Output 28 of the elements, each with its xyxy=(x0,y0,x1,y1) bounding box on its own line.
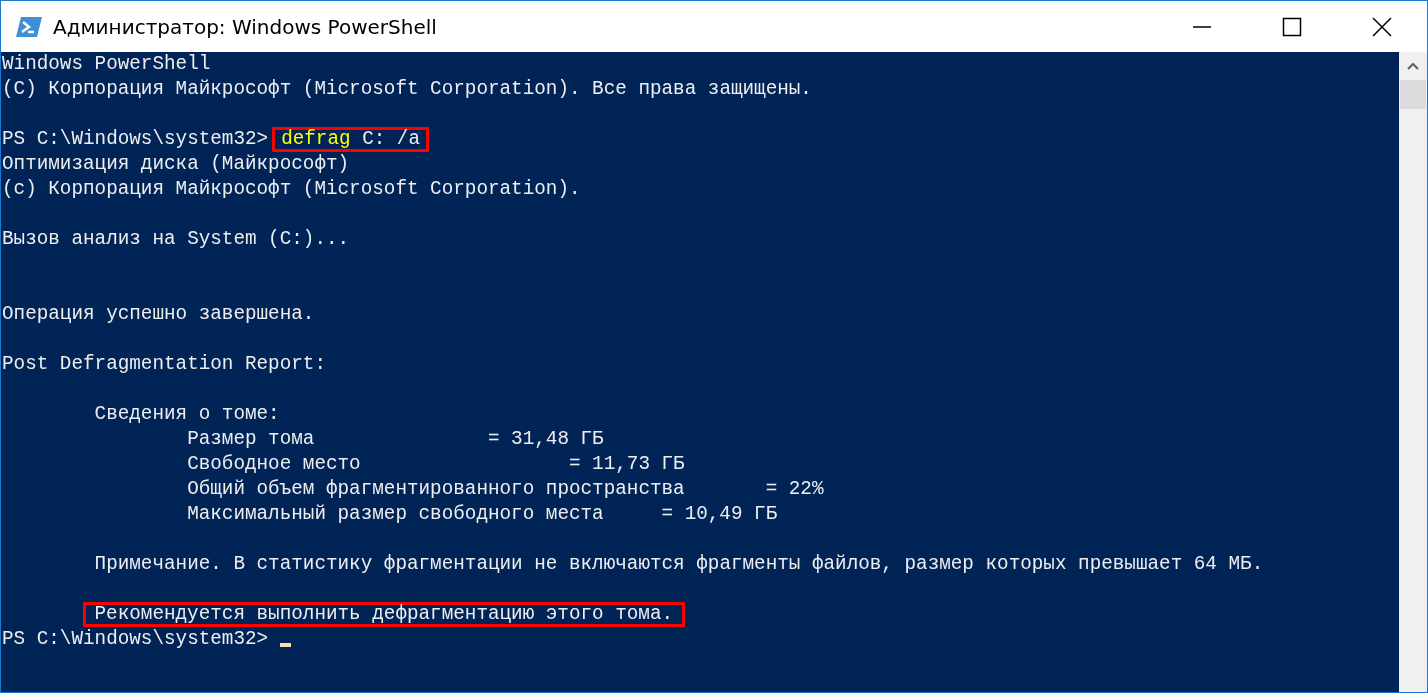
console-line: Windows PowerShell xyxy=(2,52,211,77)
command-text: defrag C: /a xyxy=(272,127,429,152)
maximize-icon xyxy=(1282,16,1302,37)
console-line: Сведения о томе: xyxy=(94,402,280,427)
stat-value: = 31,48 ГБ xyxy=(487,427,604,452)
minimize-icon xyxy=(1192,25,1212,28)
stat-label: Общий объем фрагментированного пространства xyxy=(187,477,685,502)
scroll-thumb[interactable] xyxy=(1400,80,1426,109)
powershell-icon xyxy=(15,14,43,39)
prompt-text: PS C:\Windows\system32> xyxy=(2,127,269,152)
stat-label: Размер тома xyxy=(187,427,315,452)
console-line: Операция успешно завершена. xyxy=(2,302,315,327)
stat-value: = 11,73 ГБ xyxy=(568,452,685,477)
window-title: Администратор: Windows PowerShell xyxy=(53,14,437,39)
console-line: Примечание. В статистику фрагментации не включаются фрагменты файлов, размер которых превышает 64 МБ. xyxy=(94,552,1264,577)
stat-label: Свободное место xyxy=(187,452,361,477)
console-line: (c) Корпорация Майкрософт (Microsoft Corporation). xyxy=(2,177,581,202)
console-line: Post Defragmentation Report: xyxy=(2,352,326,377)
stat-label: Максимальный размер свободного места xyxy=(187,502,604,527)
console-line: Вызов анализ на System (C:)... xyxy=(2,227,350,252)
close-icon xyxy=(1372,16,1392,37)
chevron-up-icon xyxy=(1407,62,1419,70)
prompt-text: PS C:\Windows\system32> xyxy=(2,627,269,652)
console-line: Оптимизация диска (Майкрософт) xyxy=(2,152,350,177)
stat-value: = 22% xyxy=(765,477,824,502)
scrollbar[interactable] xyxy=(1399,52,1427,692)
stat-value: = 10,49 ГБ xyxy=(661,502,778,527)
console-line: (C) Корпорация Майкрософт (Microsoft Corporation). Все права защищены. xyxy=(2,77,812,102)
